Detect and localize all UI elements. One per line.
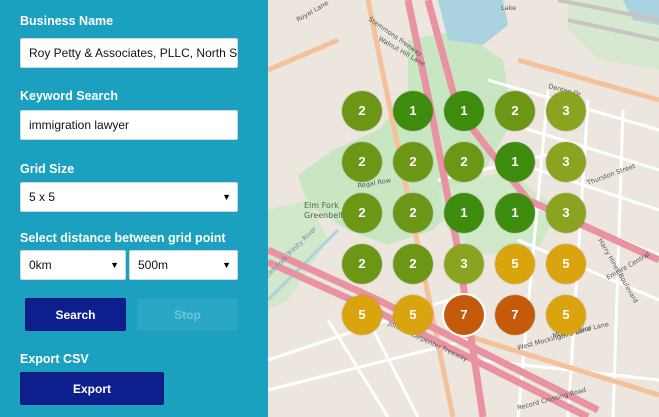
export-csv-label: Export CSV — [20, 352, 89, 366]
map-view[interactable]: Denton Dr Lake Walnut Hill Lane Regal Ro… — [268, 0, 659, 417]
rank-pin[interactable]: 3 — [546, 142, 586, 182]
rank-pin[interactable]: 2 — [342, 91, 382, 131]
grid-size-value: 5 x 5 — [29, 190, 56, 204]
keyword-label: Keyword Search — [20, 89, 118, 103]
stop-button[interactable]: Stop — [137, 298, 238, 331]
rank-pin[interactable]: 2 — [495, 91, 535, 131]
rank-pin[interactable]: 5 — [546, 295, 586, 335]
rank-pin[interactable]: 2 — [342, 244, 382, 284]
distance-from-select[interactable]: 0km ▼ — [20, 250, 126, 280]
rank-pin[interactable]: 7 — [495, 295, 535, 335]
rank-pin[interactable]: 5 — [342, 295, 382, 335]
search-button[interactable]: Search — [25, 298, 126, 331]
rank-pin[interactable]: 1 — [495, 193, 535, 233]
grid-size-label: Grid Size — [20, 162, 75, 176]
chevron-down-icon: ▼ — [222, 260, 231, 270]
business-name-label: Business Name — [20, 14, 114, 28]
chevron-down-icon: ▼ — [222, 192, 231, 202]
rank-pin[interactable]: 2 — [342, 142, 382, 182]
distance-from-value: 0km — [29, 258, 52, 272]
rank-pin[interactable]: 2 — [393, 244, 433, 284]
distance-to-value: 500m — [138, 258, 169, 272]
rank-pin[interactable]: 1 — [393, 91, 433, 131]
distance-to-select[interactable]: 500m ▼ — [129, 250, 238, 280]
rank-pin[interactable]: 5 — [546, 244, 586, 284]
rank-pin[interactable]: 1 — [444, 193, 484, 233]
business-name-input[interactable]: Roy Petty & Associates, PLLC, North St — [20, 38, 238, 68]
rank-pin[interactable]: 1 — [444, 91, 484, 131]
rank-pin[interactable]: 2 — [393, 193, 433, 233]
rank-pin[interactable]: 7 — [444, 295, 484, 335]
search-panel: Business Name Roy Petty & Associates, PL… — [0, 0, 268, 417]
rank-pin[interactable]: 5 — [495, 244, 535, 284]
rank-pin[interactable]: 3 — [546, 193, 586, 233]
rank-pin[interactable]: 5 — [393, 295, 433, 335]
rank-grid: 2112322213221132235555775 — [268, 0, 659, 417]
grid-size-select[interactable]: 5 x 5 ▼ — [20, 182, 238, 212]
rank-pin[interactable]: 2 — [393, 142, 433, 182]
distance-label: Select distance between grid point — [20, 231, 226, 245]
chevron-down-icon: ▼ — [110, 260, 119, 270]
rank-pin[interactable]: 3 — [546, 91, 586, 131]
rank-pin[interactable]: 2 — [342, 193, 382, 233]
rank-pin[interactable]: 1 — [495, 142, 535, 182]
export-button[interactable]: Export — [20, 372, 164, 405]
rank-pin[interactable]: 2 — [444, 142, 484, 182]
rank-pin[interactable]: 3 — [444, 244, 484, 284]
keyword-input[interactable]: immigration lawyer — [20, 110, 238, 140]
